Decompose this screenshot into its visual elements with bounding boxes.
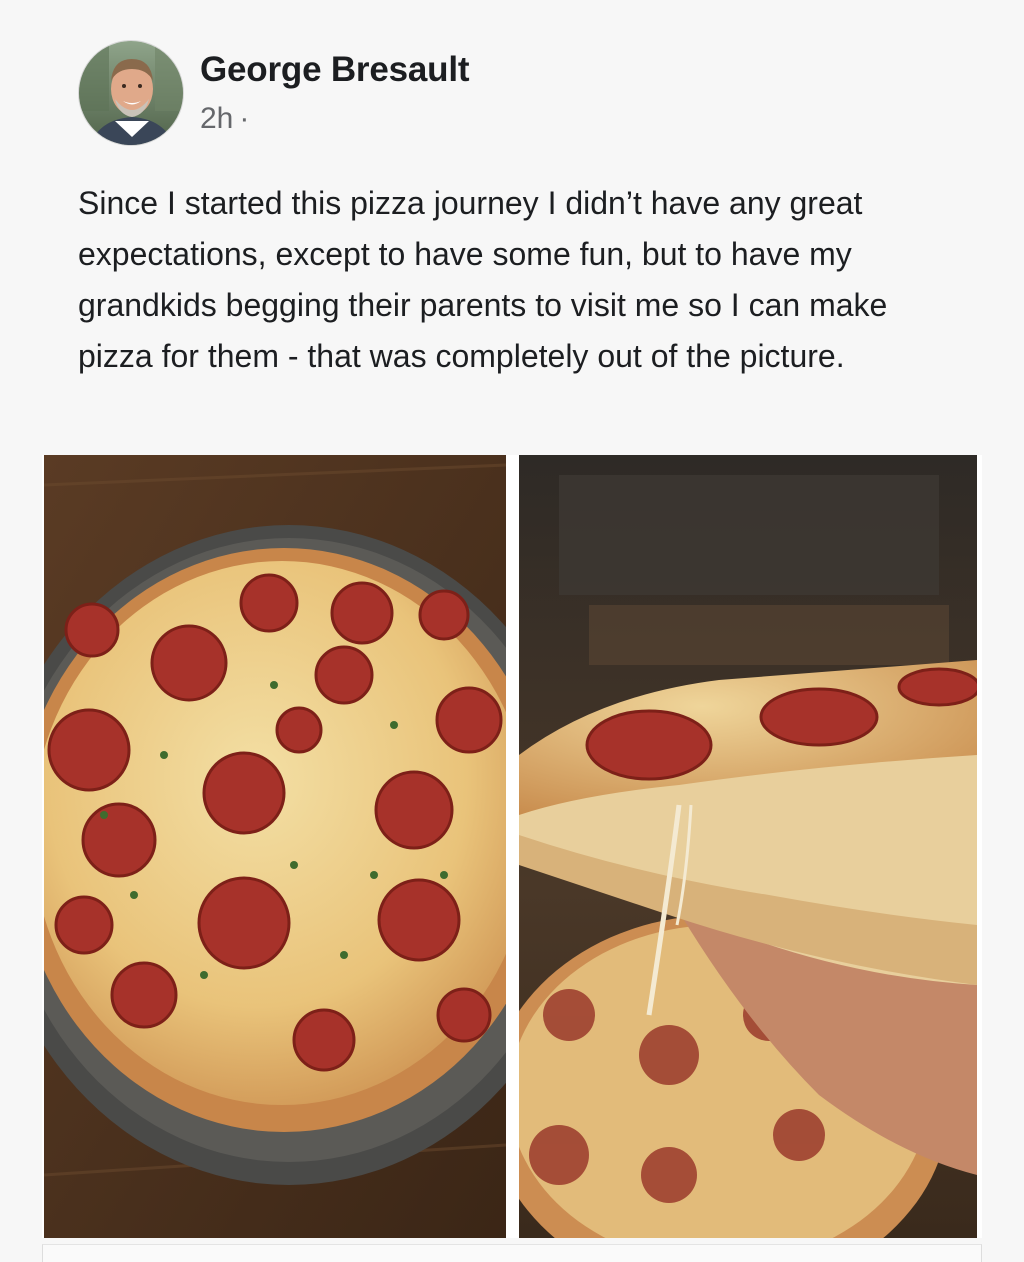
post-text: Since I started this pizza journey I did… [78, 185, 888, 374]
avatar[interactable] [78, 40, 184, 146]
post-header: George Bresault 2h · [78, 40, 958, 148]
pizza-slice-cheese-pull-photo[interactable] [519, 455, 977, 1238]
post-card: George Bresault 2h · Since I started this… [0, 0, 1024, 1262]
audience-separator: · [239, 102, 250, 135]
post-meta: 2h · [200, 102, 249, 136]
author-name[interactable]: George Bresault [200, 50, 470, 90]
post-footer-edge [42, 1244, 982, 1262]
post-timestamp[interactable]: 2h [200, 102, 233, 135]
whole-pepperoni-pizza-photo[interactable] [44, 455, 506, 1238]
